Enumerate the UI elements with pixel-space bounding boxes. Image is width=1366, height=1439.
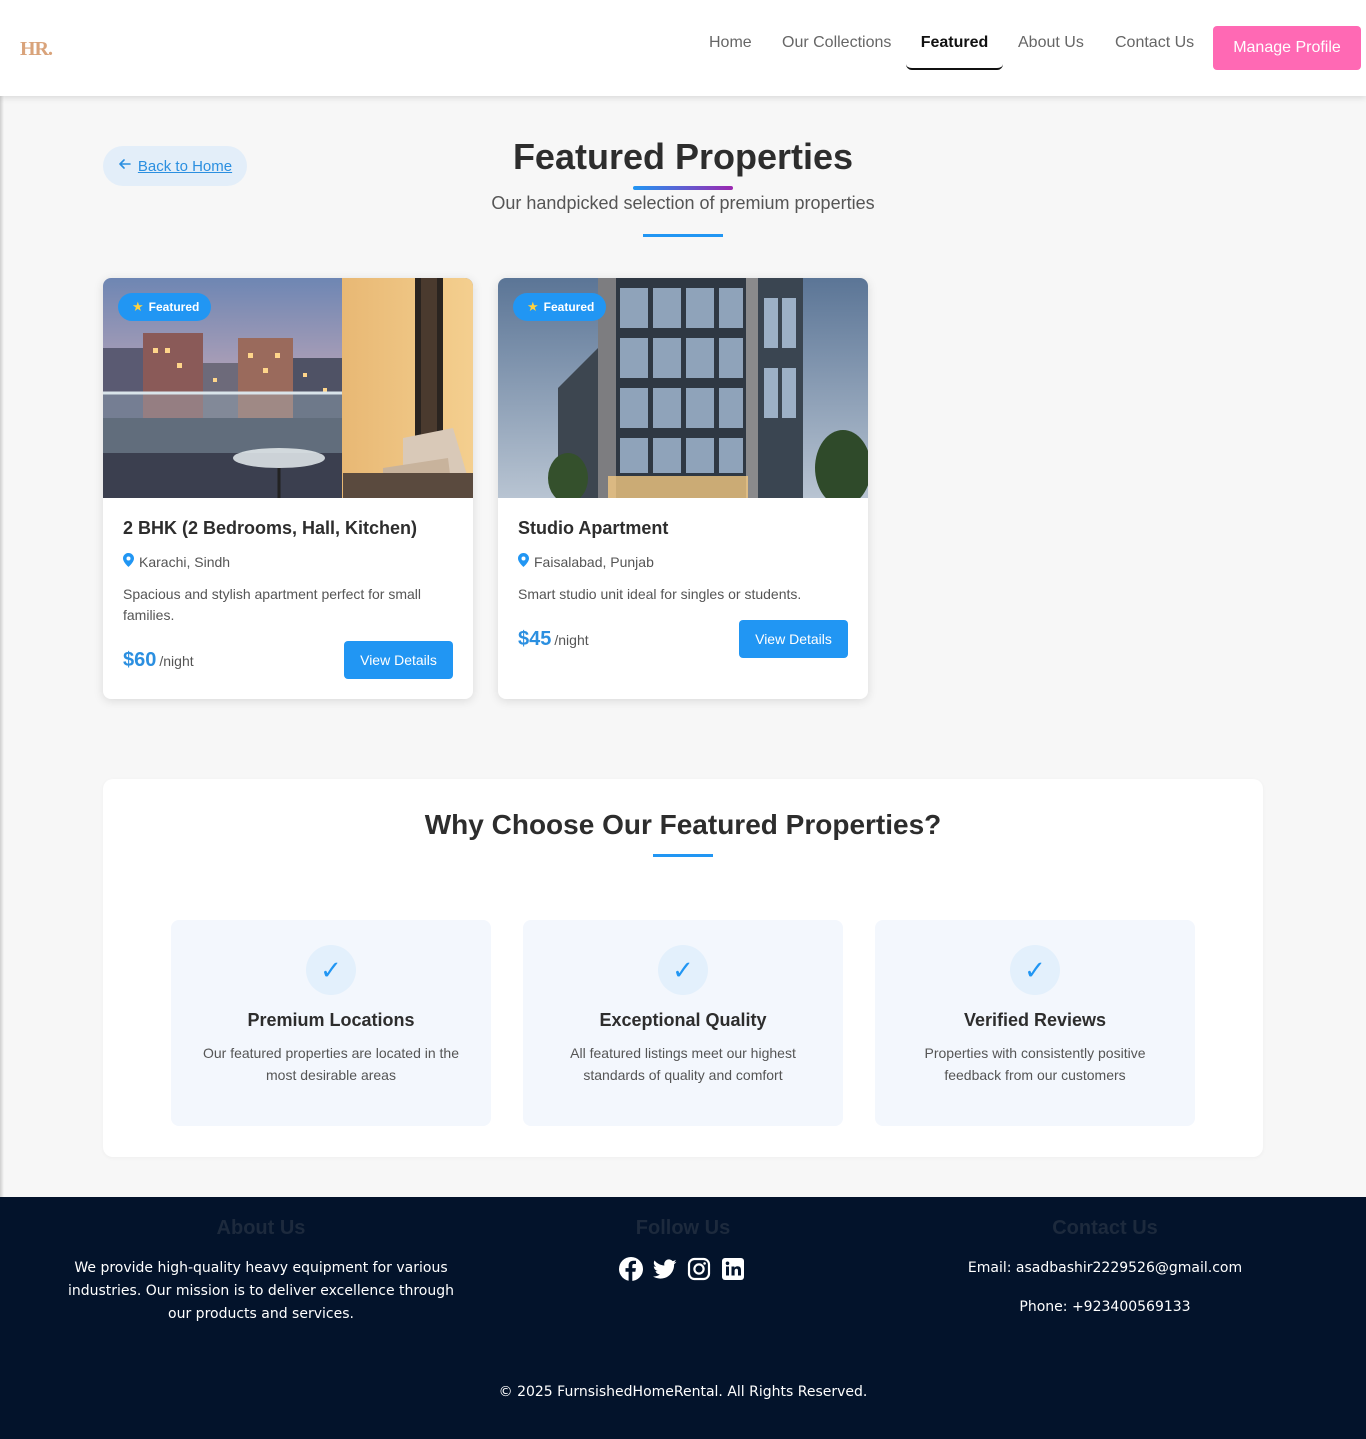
facebook-icon[interactable] <box>619 1257 643 1281</box>
footer-about-text: We provide high-quality heavy equipment … <box>67 1260 455 1322</box>
feature-card: ✓ Verified Reviews Properties with consi… <box>875 920 1195 1126</box>
view-details-button[interactable]: View Details <box>344 641 453 679</box>
feature-description: All featured listings meet our highest s… <box>570 1045 796 1083</box>
property-card[interactable]: ★ Featured Studio Apartment Faisalabad, … <box>498 278 868 699</box>
nav-contact-us[interactable]: Contact Us <box>1115 26 1194 70</box>
property-description: Smart studio unit ideal for singles or s… <box>518 586 802 602</box>
price-amount: $45 <box>518 627 552 650</box>
nav-our-collections[interactable]: Our Collections <box>782 26 891 70</box>
feature-title: Premium Locations <box>247 1010 415 1030</box>
price-row: $60/night View Details <box>123 641 453 679</box>
page-subtitle: Our handpicked selection of premium prop… <box>491 193 875 213</box>
why-choose-title: Why Choose Our Featured Properties? <box>424 809 942 840</box>
why-choose-section: Why Choose Our Featured Properties? ✓ Pr… <box>103 779 1263 1157</box>
price-row: $45/night View Details <box>518 620 848 658</box>
check-icon: ✓ <box>306 945 356 995</box>
footer-follow-heading: Follow Us <box>635 1217 731 1239</box>
site-logo[interactable]: HR. <box>20 38 53 61</box>
featured-badge-label: Featured <box>148 300 200 314</box>
featured-badge-label: Featured <box>543 300 595 314</box>
twitter-icon[interactable] <box>653 1257 677 1281</box>
footer-email[interactable]: Email: asadbashir2229526@gmail.com <box>905 1260 1305 1276</box>
nav-home[interactable]: Home <box>709 26 752 70</box>
subtitle-divider <box>643 234 723 237</box>
footer-contact-heading: Contact Us <box>1052 1217 1158 1239</box>
location-pin-icon <box>518 553 529 570</box>
social-links <box>619 1257 745 1281</box>
featured-badge: ★ Featured <box>118 293 212 321</box>
footer-copyright: © 2025 FurnsishedHomeRental. All Rights … <box>498 1384 868 1400</box>
property-location-text: Faisalabad, Punjab <box>534 553 654 570</box>
feature-description: Properties with consistently positive fe… <box>924 1045 1146 1083</box>
star-icon: ★ <box>132 299 144 314</box>
property-description: Spacious and stylish apartment perfect f… <box>123 586 422 623</box>
nav-featured[interactable]: Featured <box>906 26 1003 70</box>
price-unit: /night <box>159 652 194 669</box>
manage-profile-button[interactable]: Manage Profile <box>1213 26 1361 70</box>
property-image-building: ★ Featured <box>498 278 868 498</box>
page-title: Featured Properties <box>512 136 854 177</box>
property-image-balcony: ★ Featured <box>103 278 473 498</box>
star-icon: ★ <box>527 299 539 314</box>
property-location: Faisalabad, Punjab <box>518 553 848 570</box>
property-location-text: Karachi, Sindh <box>139 553 231 570</box>
property-price: $45/night <box>518 628 589 651</box>
property-price: $60/night <box>123 649 194 672</box>
feature-title: Exceptional Quality <box>599 1010 767 1030</box>
site-footer: About Us We provide high-quality heavy e… <box>0 1197 1366 1439</box>
why-choose-divider <box>653 854 713 857</box>
feature-title: Verified Reviews <box>963 1010 1107 1030</box>
view-details-button[interactable]: View Details <box>739 620 848 658</box>
featured-badge: ★ Featured <box>513 293 607 321</box>
property-card[interactable]: ★ Featured 2 BHK (2 Bedrooms, Hall, Kitc… <box>103 278 473 699</box>
footer-about-heading: About Us <box>216 1217 306 1239</box>
price-amount: $60 <box>123 648 157 671</box>
location-pin-icon <box>123 553 134 570</box>
property-title: 2 BHK (2 Bedrooms, Hall, Kitchen) <box>123 518 418 538</box>
feature-card: ✓ Exceptional Quality All featured listi… <box>523 920 843 1126</box>
nav-about-us[interactable]: About Us <box>1018 26 1084 70</box>
linkedin-icon[interactable] <box>721 1257 745 1281</box>
instagram-icon[interactable] <box>687 1257 711 1281</box>
price-unit: /night <box>554 631 589 648</box>
check-icon: ✓ <box>658 945 708 995</box>
feature-card: ✓ Premium Locations Our featured propert… <box>171 920 491 1126</box>
top-navbar: HR. Home Our Collections Featured About … <box>0 0 1366 96</box>
feature-description: Our featured properties are located in t… <box>202 1045 460 1083</box>
footer-phone[interactable]: Phone: +923400569133 <box>905 1299 1305 1315</box>
property-location: Karachi, Sindh <box>123 553 453 570</box>
title-gradient-bar <box>633 186 733 190</box>
check-icon: ✓ <box>1010 945 1060 995</box>
property-title: Studio Apartment <box>518 518 669 538</box>
page-edge-shadow <box>0 0 4 1197</box>
